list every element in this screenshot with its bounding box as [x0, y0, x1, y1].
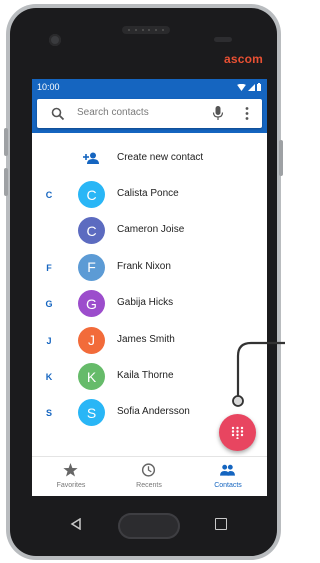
brand-logo: ascom	[224, 52, 264, 66]
home-button[interactable]	[118, 513, 180, 539]
more-options-icon[interactable]	[244, 106, 250, 121]
contact-row[interactable]: F F Frank Nixon	[32, 250, 267, 286]
avatar: J	[78, 326, 105, 354]
avatar: C	[78, 181, 105, 208]
contact-name: Kaila Thorne	[117, 370, 174, 381]
section-letter: G	[45, 299, 53, 310]
back-icon[interactable]	[70, 518, 82, 530]
contact-row[interactable]: G G Gabija Hicks	[32, 286, 267, 322]
wifi-icon	[237, 83, 246, 91]
search-bar[interactable]: Search contacts	[37, 99, 262, 128]
avatar: C	[78, 217, 105, 245]
contact-name: James Smith	[117, 333, 175, 345]
section-letter: C	[45, 190, 53, 200]
contact-name: Calista Ponce	[117, 188, 179, 199]
avatar: K	[78, 363, 105, 390]
contact-name: Cameron Joise	[117, 224, 185, 236]
bottom-navigation: Favorites Recents Contacts	[32, 456, 267, 496]
avatar: G	[78, 290, 105, 318]
front-camera	[49, 34, 61, 46]
app-bar: Search contacts	[32, 95, 267, 133]
section-letter: F	[46, 262, 52, 273]
add-person-icon	[83, 152, 99, 164]
contact-row[interactable]: K K Kaila Thorne	[32, 359, 267, 395]
contact-row[interactable]: J J James Smith	[32, 323, 267, 359]
search-icon[interactable]	[51, 107, 65, 121]
nav-label: Contacts	[214, 482, 242, 489]
side-button	[279, 140, 283, 176]
contact-row[interactable]: C Cameron Joise	[32, 213, 267, 249]
avatar: S	[78, 399, 105, 427]
star-icon	[63, 463, 78, 477]
side-button	[4, 168, 8, 196]
status-time: 10:00	[37, 82, 60, 92]
status-bar: 10:00	[32, 79, 267, 95]
microphone-icon[interactable]	[212, 106, 224, 121]
side-button	[4, 128, 8, 156]
nav-label: Recents	[136, 482, 162, 489]
create-contact-row[interactable]: Create new contact	[32, 141, 267, 177]
signal-icon	[248, 83, 255, 91]
dialpad-icon	[231, 426, 244, 439]
proximity-sensor	[214, 37, 232, 42]
dialpad-button[interactable]	[219, 414, 256, 451]
nav-recents[interactable]: Recents	[110, 457, 188, 496]
contact-name: Frank Nixon	[117, 260, 171, 272]
earpiece-speaker	[122, 26, 170, 34]
battery-icon	[257, 83, 261, 91]
screen: 10:00 Search contacts Create new contact…	[32, 79, 267, 496]
section-letter: S	[45, 408, 52, 419]
section-letter: J	[46, 335, 52, 346]
nav-contacts[interactable]: Contacts	[189, 457, 267, 496]
nav-favorites[interactable]: Favorites	[32, 457, 110, 496]
system-navigation-bar	[32, 500, 267, 550]
status-icons	[237, 83, 261, 91]
avatar: F	[78, 253, 105, 281]
contact-name: Gabija Hicks	[117, 297, 174, 309]
phone-device: ascom 10:00 Search contacts Create new c…	[0, 0, 285, 563]
section-letter: K	[45, 372, 53, 382]
nav-label: Favorites	[56, 482, 86, 489]
clock-icon	[141, 463, 156, 477]
contact-name: Sofia Andersson	[117, 406, 190, 418]
search-input[interactable]: Search contacts	[77, 107, 149, 118]
create-contact-label: Create new contact	[117, 152, 204, 163]
people-icon	[220, 464, 235, 476]
contact-row[interactable]: C C Calista Ponce	[32, 177, 267, 213]
recent-apps-icon[interactable]	[215, 518, 227, 530]
